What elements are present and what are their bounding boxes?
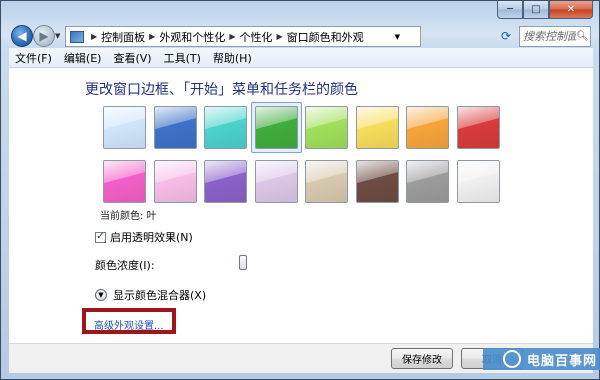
address-bar[interactable]: ▶ 控制面板 ▶ 外观和个性化 ▶ 个性化 ▶ 窗口颜色和外观 ▼ [65, 26, 421, 47]
breadcrumb-window-color[interactable]: 窗口颜色和外观 [287, 29, 364, 45]
color-swatch-frost[interactable] [456, 160, 500, 203]
color-swatch-sea[interactable] [204, 106, 247, 149]
close-button[interactable]: ✕ [549, 1, 593, 19]
chevron-right-icon[interactable]: ▶ [149, 32, 155, 41]
content-pane: 更改窗口边框、「开始」菜单和任务栏的颜色 当前颜色: 叶 ✓ 启用透明效果(N)… [9, 68, 593, 343]
color-swatch-blush[interactable] [153, 160, 197, 203]
transparency-option[interactable]: ✓ 启用透明效果(N) [95, 229, 193, 245]
swatch-gloss [205, 161, 246, 202]
address-dropdown-icon[interactable]: ▼ [395, 33, 400, 41]
menu-tools[interactable]: 工具(T) [158, 50, 207, 66]
breadcrumb-personalization[interactable]: 个性化 [239, 29, 272, 45]
color-swatch-pumpkin[interactable] [406, 106, 449, 149]
menu-edit[interactable]: 编辑(E) [58, 50, 108, 66]
chevron-right-icon[interactable]: ▶ [229, 32, 235, 41]
color-swatch-fuchsia[interactable] [103, 160, 146, 203]
search-icon[interactable]: 🔍︎ [576, 31, 589, 42]
color-swatch-chocolate[interactable] [355, 160, 399, 203]
page-title: 更改窗口边框、「开始」菜单和任务栏的颜色 [85, 82, 358, 98]
color-intensity-label: 颜色浓度(I): [95, 259, 155, 272]
swatch-gloss [154, 107, 196, 148]
watermark-text: 电脑百事网 [526, 353, 597, 369]
search-box[interactable]: 🔍︎ [519, 26, 591, 47]
swatch-gloss [306, 107, 347, 148]
swatch-gloss [306, 161, 347, 202]
swatch-gloss [457, 161, 499, 202]
refresh-icon[interactable]: ⟳ [501, 29, 511, 43]
color-mixer-toggle[interactable]: ▼ 显示颜色混合器(X) [95, 287, 206, 303]
swatch-gloss [255, 161, 297, 202]
swatch-gloss [356, 107, 398, 148]
swatch-gloss [104, 161, 145, 202]
save-changes-button[interactable]: 保存修改 [391, 348, 453, 369]
watermark: 电脑百事网 [483, 348, 600, 370]
menu-file[interactable]: 文件(F) [9, 50, 58, 66]
swatch-gloss [407, 107, 448, 148]
menu-bar: 文件(F) 编辑(E) 查看(V) 工具(T) 帮助(H) [9, 48, 593, 68]
chevron-right-icon[interactable]: ▶ [276, 32, 282, 41]
swatch-gloss [356, 161, 398, 202]
color-swatch-violet[interactable] [204, 160, 247, 203]
color-swatch-lightning[interactable] [355, 106, 399, 149]
minimize-button[interactable]: ─ [497, 1, 523, 19]
control-panel-window: ─ □ ✕ ◀ ▶ ▼ ▶ 控制面板 ▶ 外观和个性化 ▶ 个性化 ▶ 窗口颜色… [0, 0, 600, 380]
swatch-gloss [457, 107, 499, 148]
swatch-gloss [205, 107, 246, 148]
swatch-gloss [407, 161, 448, 202]
swatch-gloss [104, 107, 145, 148]
forward-button[interactable]: ▶ [33, 25, 55, 47]
color-swatch-ruby[interactable] [456, 106, 500, 149]
swatch-gloss [154, 161, 196, 202]
color-swatch-slate[interactable] [406, 160, 449, 203]
caption-buttons: ─ □ ✕ [497, 1, 593, 19]
menu-view[interactable]: 查看(V) [107, 50, 157, 66]
current-color-label: 当前颜色: 叶 [100, 211, 157, 222]
color-swatch-lavender[interactable] [254, 160, 298, 203]
transparency-label: 启用透明效果(N) [110, 231, 193, 244]
advanced-appearance-link[interactable]: 高级外观设置... [94, 317, 164, 332]
chevron-right-icon[interactable]: ▶ [91, 32, 97, 41]
forward-arrow-icon: ▶ [39, 29, 49, 43]
maximize-button[interactable]: □ [523, 1, 549, 19]
menu-help[interactable]: 帮助(H) [207, 50, 258, 66]
breadcrumb-appearance[interactable]: 外观和个性化 [159, 29, 225, 45]
color-intensity-track[interactable] [167, 263, 349, 264]
transparency-checkbox[interactable]: ✓ [95, 231, 106, 243]
back-arrow-icon: ◀ [17, 29, 27, 43]
control-panel-icon [70, 30, 84, 43]
search-input[interactable] [520, 30, 576, 43]
button-bar: 保存修改 取消 电脑百事网 [9, 343, 600, 373]
watermark-logo-icon [502, 350, 521, 368]
color-swatch-lime[interactable] [305, 106, 348, 149]
back-button[interactable]: ◀ [11, 25, 33, 47]
chevron-down-icon[interactable]: ▼ [95, 289, 107, 301]
recent-pages-chevron-icon[interactable]: ▼ [55, 32, 60, 40]
swatch-gloss [255, 107, 297, 148]
color-intensity-slider-thumb[interactable] [239, 255, 248, 270]
color-swatch-sky[interactable] [103, 106, 146, 149]
color-swatch-taupe[interactable] [305, 160, 348, 203]
color-swatch-leaf[interactable] [254, 106, 298, 149]
address-row: ◀ ▶ ▼ ▶ 控制面板 ▶ 外观和个性化 ▶ 个性化 ▶ 窗口颜色和外观 ▼ … [9, 25, 593, 49]
color-mixer-label: 显示颜色混合器(X) [113, 289, 207, 302]
breadcrumb-control-panel[interactable]: 控制面板 [101, 29, 145, 45]
color-swatch-twilight[interactable] [153, 106, 197, 149]
